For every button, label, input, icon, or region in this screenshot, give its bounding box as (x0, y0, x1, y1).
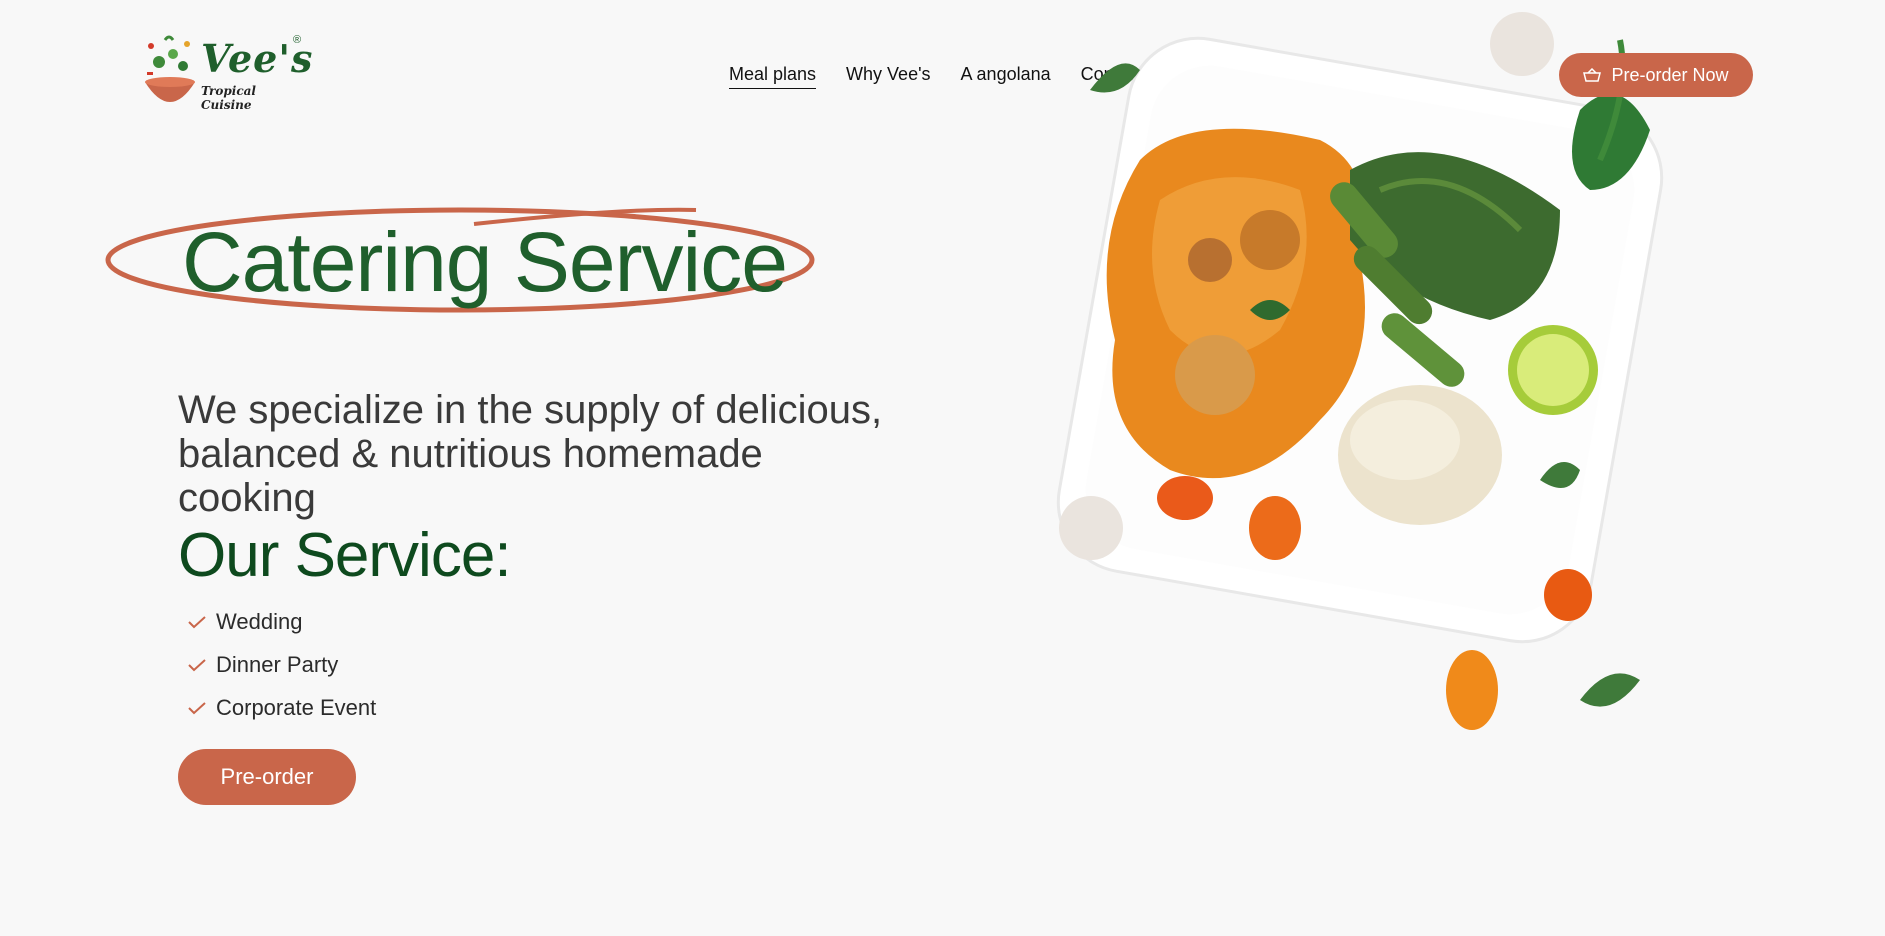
pre-order-now-button[interactable]: Pre-order Now (1559, 53, 1753, 97)
service-item-label: Corporate Event (216, 694, 377, 720)
service-item-label: Wedding (216, 608, 303, 634)
salad-bowl-icon (145, 35, 195, 102)
services-list: Wedding Dinner Party Corporate Event (178, 600, 376, 729)
nav-meal-plans[interactable]: Meal plans (729, 64, 817, 89)
food-plate-illustration (1056, 12, 1664, 730)
check-icon (188, 658, 206, 671)
list-item: Dinner Party (178, 643, 376, 686)
brand-tagline: Tropical Cuisine (201, 84, 256, 112)
brand-logo[interactable]: Vee's ® Tropical Cuisine (135, 32, 312, 116)
page-title: Catering Service (182, 215, 788, 309)
registered-mark: ® (293, 34, 302, 46)
pre-order-button[interactable]: Pre-order (178, 749, 356, 805)
hero-tagline: We specialize in the supply of delicious… (178, 388, 883, 520)
check-icon (188, 615, 206, 628)
services-heading: Our Service: (178, 521, 512, 590)
check-icon (188, 701, 206, 714)
basket-icon (1583, 68, 1602, 82)
service-item-label: Dinner Party (216, 651, 339, 677)
list-item: Wedding (178, 600, 376, 643)
pre-order-now-label: Pre-order Now (1611, 64, 1729, 85)
nav-why-vees[interactable]: Why Vee's (846, 64, 930, 89)
list-item: Corporate Event (178, 686, 376, 729)
